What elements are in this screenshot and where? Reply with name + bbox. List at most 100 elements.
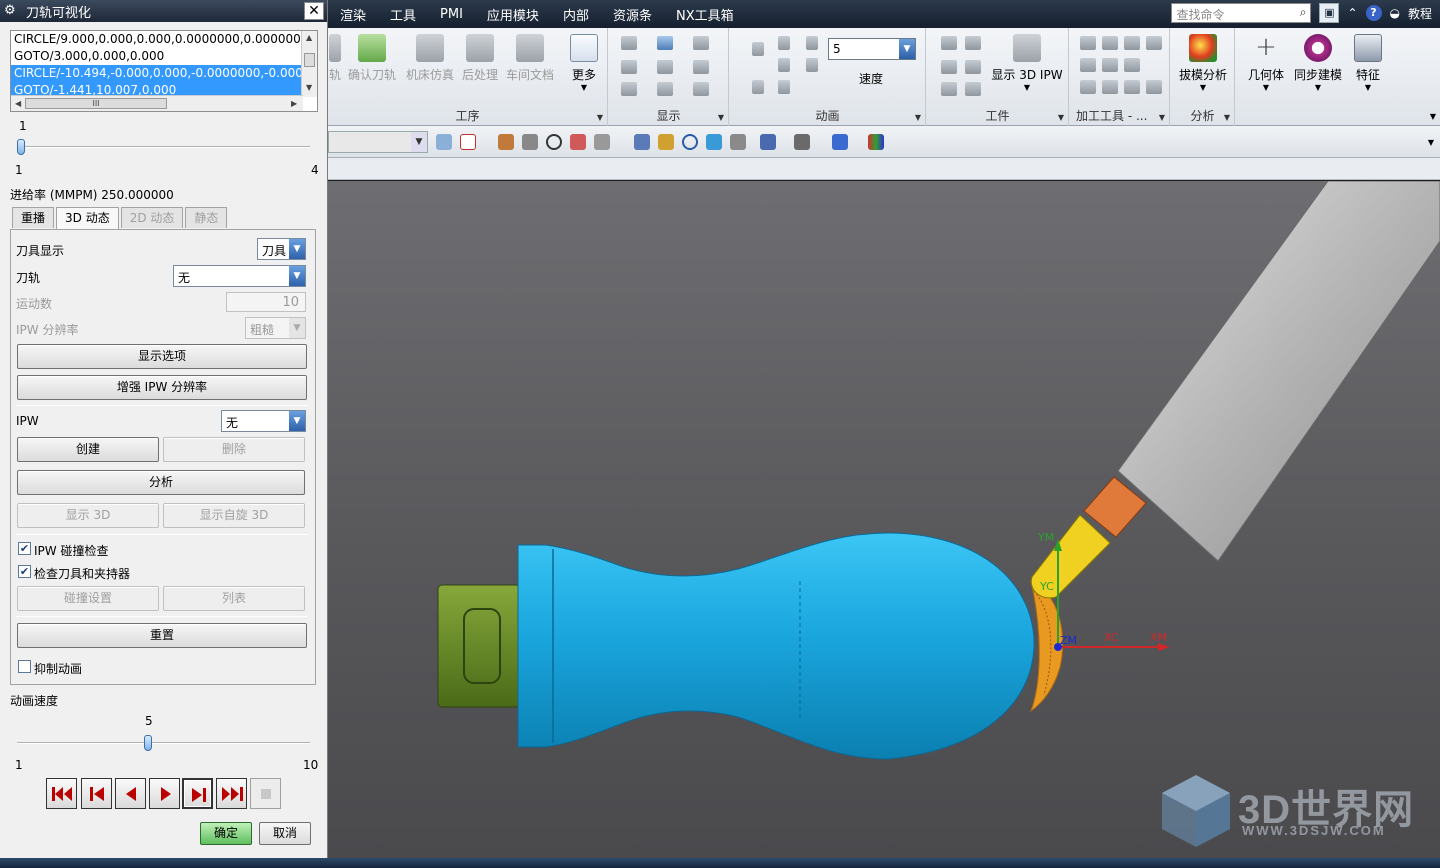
center-point-icon[interactable]	[546, 134, 562, 150]
reset-button[interactable]: 重置	[17, 623, 307, 648]
snap-point-icon[interactable]	[436, 134, 452, 150]
tab-replay[interactable]: 重播	[12, 207, 55, 228]
ok-button[interactable]: 确定	[200, 822, 252, 845]
search-icon[interactable]: ⌕	[1300, 5, 1307, 20]
workpiece-icon-4[interactable]	[965, 60, 981, 74]
menu-item-resource-bar[interactable]: 资源条	[601, 5, 664, 24]
step-back-icon[interactable]	[778, 36, 790, 50]
machining-tool-icon-9[interactable]	[1102, 80, 1118, 94]
chevron-down-icon[interactable]: ▼	[289, 411, 305, 431]
zoom-icon[interactable]	[658, 134, 674, 150]
listing-row[interactable]: CIRCLE/9.000,0.000,0.000,0.0000000,0.000…	[11, 31, 303, 48]
feature-button[interactable]: 特征 ▼	[1348, 34, 1388, 92]
toolbar-options-icon[interactable]: ▼	[1428, 138, 1434, 147]
step-back-button[interactable]	[81, 778, 112, 809]
chevron-down-icon[interactable]: ▼	[991, 83, 1063, 92]
workpiece-icon-2[interactable]	[965, 36, 981, 50]
machining-tool-icon-6[interactable]	[1102, 58, 1118, 72]
sync-modeling-button[interactable]: 同步建模 ▼	[1292, 34, 1344, 92]
step-forward-button[interactable]	[182, 778, 213, 809]
play-icon[interactable]	[752, 42, 764, 56]
ipw-select[interactable]: 无 ▼	[221, 410, 306, 432]
group-expand-icon[interactable]: ▼	[1159, 113, 1165, 122]
graphics-viewport[interactable]: YM YC ZM XC XM 3D世界网 WWW.3DSJW.COM	[328, 181, 1440, 858]
shaded-view-icon[interactable]	[832, 134, 848, 150]
display-feed-icon[interactable]	[693, 36, 709, 50]
play-button[interactable]	[149, 778, 180, 809]
workpiece-icon-3[interactable]	[941, 60, 957, 74]
chevron-down-icon[interactable]: ▼	[1242, 83, 1290, 92]
machining-tool-icon-11[interactable]	[1146, 80, 1162, 94]
check-tool-holder-checkbox[interactable]: ✔	[18, 565, 31, 578]
group-expand-icon[interactable]: ▼	[1224, 113, 1230, 122]
machining-tool-icon-3[interactable]	[1124, 36, 1140, 50]
chevron-down-icon[interactable]: ▼	[411, 132, 427, 152]
motion-slider-thumb[interactable]	[17, 139, 25, 155]
show-spin-3d-button[interactable]: 显示自旋 3D	[163, 503, 305, 528]
animation-speed-select[interactable]: 5 ▼	[828, 38, 916, 60]
scroll-thumb[interactable]	[304, 53, 315, 67]
tab-static[interactable]: 静态	[185, 207, 228, 228]
chevron-down-icon[interactable]: ▼	[1175, 83, 1231, 92]
selection-filter-select[interactable]: ▼	[328, 131, 428, 153]
gear-icon[interactable]: ⚙	[4, 3, 20, 19]
machining-tool-icon-5[interactable]	[1080, 58, 1096, 72]
toolpath-button[interactable]: 轨	[328, 34, 342, 83]
tutorial-link[interactable]: 教程	[1408, 5, 1432, 22]
scroll-thumb[interactable]: III	[25, 98, 167, 109]
listing-row[interactable]: GOTO/3.000,0.000,0.000	[11, 48, 303, 65]
work-layer-icon[interactable]	[868, 134, 884, 150]
menu-item-nx-toolbox[interactable]: NX工具箱	[664, 5, 746, 24]
group-expand-icon[interactable]: ▼	[718, 113, 724, 122]
display-point-icon[interactable]	[657, 82, 673, 96]
pause-icon[interactable]	[752, 80, 764, 94]
workpiece-icon-6[interactable]	[965, 82, 981, 96]
more-button[interactable]: 更多 ▼	[564, 34, 604, 92]
chevron-down-icon[interactable]: ▼	[289, 266, 305, 286]
menu-item-tools[interactable]: 工具	[378, 5, 428, 24]
help-icon[interactable]: ?	[1365, 5, 1382, 21]
machining-tool-icon-7[interactable]	[1124, 58, 1140, 72]
tab-2d-dynamic[interactable]: 2D 动态	[120, 207, 184, 228]
scroll-up-icon[interactable]: ▲	[306, 33, 312, 42]
reverse-icon[interactable]	[778, 80, 790, 94]
display-vector-icon[interactable]	[693, 82, 709, 96]
chevron-down-icon[interactable]: ▼	[564, 83, 604, 92]
chevron-down-icon[interactable]: ▼	[289, 318, 305, 338]
machine-simulation-button[interactable]: 机床仿真	[404, 34, 456, 83]
display-tool-icon[interactable]	[693, 60, 709, 74]
display-layer-icon[interactable]	[621, 60, 637, 74]
chevron-down-icon[interactable]: ▼	[1348, 83, 1388, 92]
group-expand-icon[interactable]: ▼	[597, 113, 603, 122]
stop-button[interactable]	[250, 778, 281, 809]
fit-view-icon[interactable]	[634, 134, 650, 150]
listing-horizontal-scrollbar[interactable]: ◀ III ▶	[11, 95, 303, 111]
animation-speed-thumb[interactable]	[143, 735, 152, 751]
scroll-down-icon[interactable]: ▼	[306, 83, 312, 92]
display-options-button[interactable]: 显示选项	[17, 344, 307, 369]
fast-forward-icon[interactable]	[806, 58, 818, 72]
suppress-animation-checkbox[interactable]	[18, 660, 31, 673]
rewind-to-start-button[interactable]	[46, 778, 77, 809]
scroll-right-icon[interactable]: ▶	[291, 99, 297, 108]
list-button[interactable]: 列表	[163, 586, 305, 611]
step-forward-icon[interactable]	[806, 36, 818, 50]
point-select-icon[interactable]	[460, 134, 476, 150]
tutorial-icon[interactable]: ◒	[1390, 6, 1400, 20]
rewind-icon[interactable]	[778, 58, 790, 72]
intersection-icon[interactable]	[570, 134, 586, 150]
3d-scene[interactable]: YM YC ZM XC XM	[328, 181, 1440, 858]
show-3d-ipw-button[interactable]: 显示 3D IPW ▼	[991, 34, 1063, 92]
tool-holder[interactable]	[1117, 181, 1440, 562]
workpiece-icon-5[interactable]	[941, 82, 957, 96]
collision-settings-button[interactable]: 碰撞设置	[17, 586, 159, 611]
render-style-icon[interactable]	[794, 134, 810, 150]
command-search-input[interactable]: 查找命令 ⌕	[1171, 3, 1312, 23]
machining-tool-icon-4[interactable]	[1146, 36, 1162, 50]
close-button[interactable]: ✕	[304, 2, 324, 20]
show-3d-button[interactable]: 显示 3D	[17, 503, 159, 528]
dialog-titlebar[interactable]: ⚙ 刀轨可视化	[0, 0, 327, 22]
display-curve-icon[interactable]	[657, 60, 673, 74]
rotate-icon[interactable]	[682, 134, 698, 150]
workpiece-icon-1[interactable]	[941, 36, 957, 50]
